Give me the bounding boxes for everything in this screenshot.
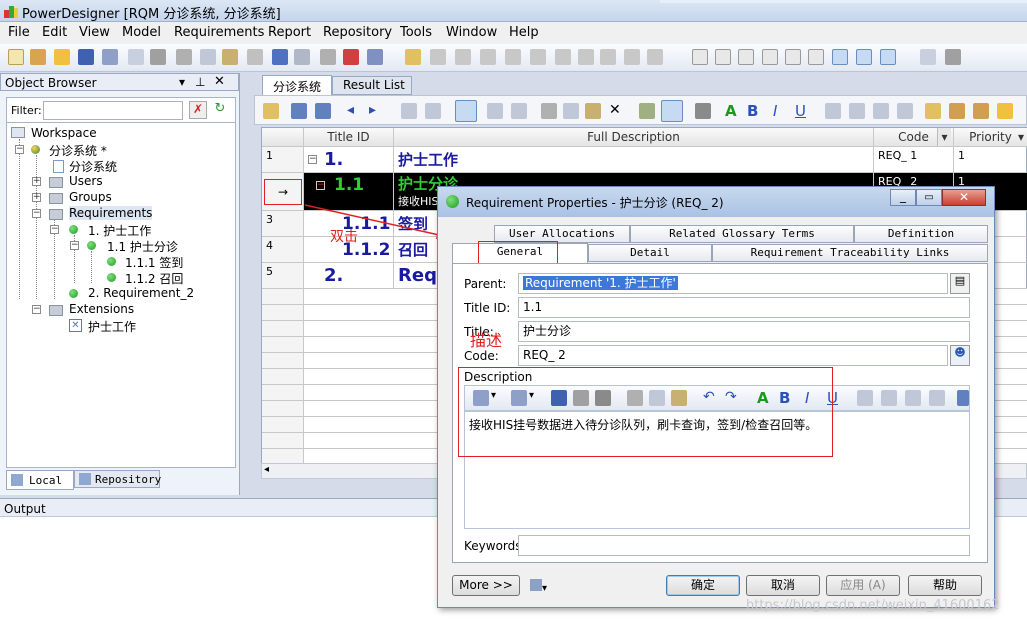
dialog-menu-icon[interactable]: ▾	[530, 575, 560, 596]
code-field[interactable]: REQ_ 2	[518, 345, 948, 366]
annotation-describe: 描述	[470, 331, 503, 350]
tab-related-glossary[interactable]: Related Glossary Terms	[630, 225, 854, 243]
ok-button[interactable]: 确定	[666, 575, 740, 596]
titleid-field[interactable]: 1.1	[518, 297, 970, 318]
requirement-properties-dialog: Requirement Properties - 护士分诊 (REQ_ 2) _…	[437, 186, 995, 608]
help-button[interactable]: 帮助	[908, 575, 982, 596]
dialog-title-bar: Requirement Properties - 护士分诊 (REQ_ 2) _…	[438, 187, 994, 217]
highlight-description	[458, 367, 833, 457]
desc-more-icon[interactable]	[957, 390, 969, 406]
close-icon[interactable]: ✕	[942, 189, 986, 206]
user-icon[interactable]: ☻	[950, 345, 970, 366]
keywords-label: Keywords:	[464, 539, 526, 553]
desc-align-center-icon[interactable]	[881, 390, 897, 406]
desc-align-left-icon[interactable]	[857, 390, 873, 406]
code-label: Code:	[464, 349, 499, 363]
requirement-icon	[446, 195, 459, 208]
desc-align-right-icon[interactable]	[905, 390, 921, 406]
parent-properties-icon[interactable]: ▤	[950, 273, 970, 294]
tab-definition[interactable]: Definition	[854, 225, 988, 243]
highlight-general-tab	[478, 241, 558, 265]
titleid-label: Title ID:	[464, 301, 511, 315]
arrow-double-click	[304, 204, 449, 238]
tab-traceability[interactable]: Requirement Traceability Links	[712, 244, 988, 262]
apply-button[interactable]: 应用 (A)	[826, 575, 900, 596]
desc-list-icon[interactable]	[929, 390, 945, 406]
more-button[interactable]: More >>	[452, 575, 520, 596]
dialog-title: Requirement Properties - 护士分诊 (REQ_ 2)	[466, 196, 724, 210]
title-field[interactable]: 护士分诊	[518, 321, 970, 342]
minimize-icon[interactable]: _	[890, 189, 916, 206]
parent-label: Parent:	[464, 277, 507, 291]
parent-value: Requirement '1. 护士工作'	[523, 276, 678, 290]
cancel-button[interactable]: 取消	[746, 575, 820, 596]
maximize-icon[interactable]: ▭	[916, 189, 942, 206]
tab-detail[interactable]: Detail	[588, 244, 712, 262]
watermark: https://blog.csdn.net/weixin_41600162	[746, 598, 1000, 613]
keywords-field[interactable]	[518, 535, 970, 556]
parent-field[interactable]: Requirement '1. 护士工作'	[518, 273, 948, 294]
annotation-double-click: 双击	[330, 229, 358, 245]
